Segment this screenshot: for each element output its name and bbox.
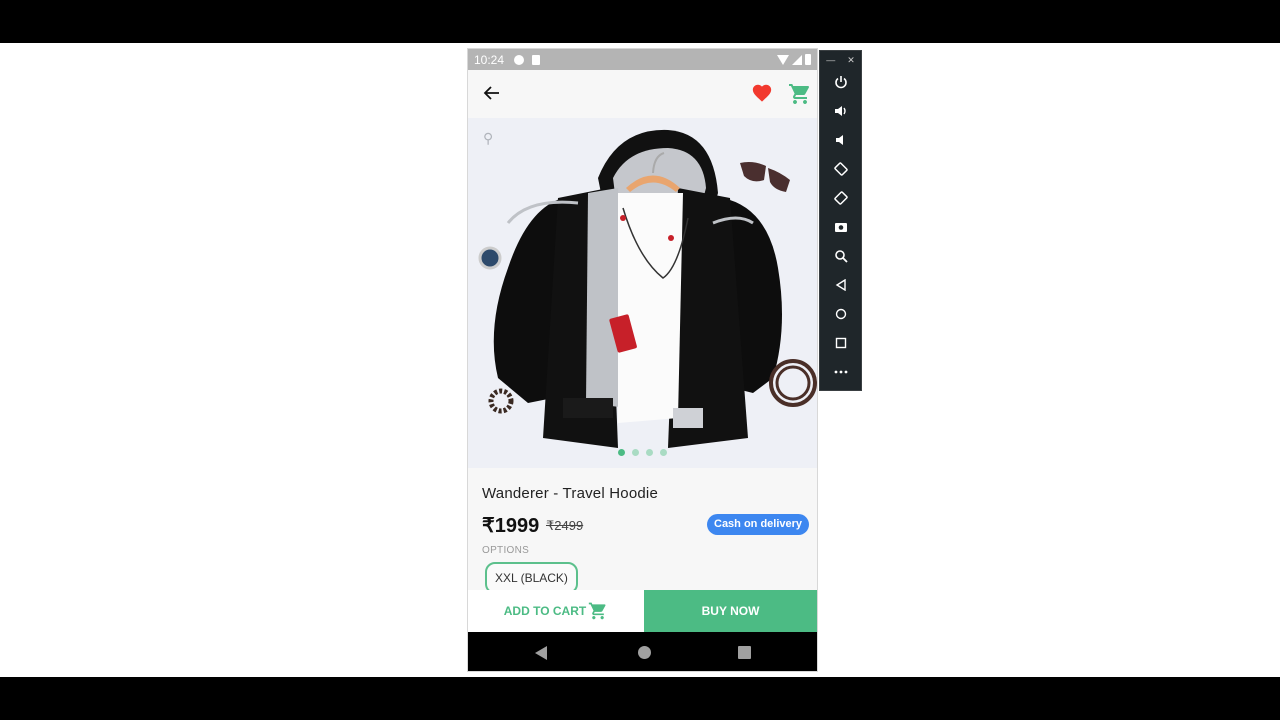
heart-icon xyxy=(752,84,772,102)
buy-now-button[interactable]: BUY NOW xyxy=(644,590,817,632)
cart-button[interactable] xyxy=(788,82,812,106)
options-label: OPTIONS xyxy=(482,545,530,556)
carousel-dot[interactable] xyxy=(646,449,653,456)
rotate-left-button[interactable] xyxy=(830,158,852,180)
add-to-cart-button[interactable]: ADD TO CART xyxy=(468,590,644,632)
overview-square-icon xyxy=(835,337,847,349)
emu-back-button[interactable] xyxy=(830,274,852,296)
android-nav-bar xyxy=(468,632,817,671)
nav-home-icon[interactable] xyxy=(638,646,651,659)
emulator-toolbar: — ✕ xyxy=(819,50,862,391)
notification-icon xyxy=(514,54,525,65)
rotate-right-icon xyxy=(834,191,848,205)
letterbox-bottom xyxy=(0,677,1280,720)
product-price: ₹1999 xyxy=(482,515,540,537)
screenshot-button[interactable] xyxy=(830,216,852,238)
product-image: ⚲ xyxy=(468,118,817,468)
volume-up-button[interactable] xyxy=(830,100,852,122)
rotate-left-icon xyxy=(834,162,848,176)
nav-back-icon[interactable] xyxy=(535,646,547,660)
back-button[interactable] xyxy=(482,83,502,103)
more-dots-icon xyxy=(834,370,848,374)
nav-recents-icon[interactable] xyxy=(738,646,751,659)
cart-icon xyxy=(589,602,606,620)
back-triangle-icon xyxy=(835,279,846,291)
volume-up-icon xyxy=(835,106,846,116)
svg-text:⚲: ⚲ xyxy=(483,130,493,146)
volume-down-button[interactable] xyxy=(830,129,852,151)
carousel-dot[interactable] xyxy=(660,449,667,456)
app-bar xyxy=(468,70,817,118)
emu-home-button[interactable] xyxy=(830,303,852,325)
zoom-button[interactable] xyxy=(830,245,852,267)
rotate-right-button[interactable] xyxy=(830,187,852,209)
carousel-dot[interactable] xyxy=(632,449,639,456)
buy-now-label: BUY NOW xyxy=(701,604,760,618)
volume-down-icon xyxy=(836,135,843,145)
product-title: Wanderer - Travel Hoodie xyxy=(482,485,658,502)
battery-icon xyxy=(805,54,811,65)
phone-screen: 10:24 ⚲ Wanderer - Travel Hoodie ₹1999 ₹… xyxy=(467,48,818,672)
wifi-icon xyxy=(777,54,789,65)
signal-icon xyxy=(792,54,802,65)
bottom-action-bar: ADD TO CART BUY NOW xyxy=(468,590,817,632)
more-button[interactable] xyxy=(830,361,852,383)
status-bar: 10:24 xyxy=(468,49,817,70)
cart-icon xyxy=(789,84,810,104)
zoom-icon xyxy=(835,250,848,263)
status-time: 10:24 xyxy=(474,52,505,67)
minimize-icon[interactable]: — xyxy=(826,55,835,65)
letterbox-top xyxy=(0,0,1280,43)
power-icon xyxy=(835,76,847,89)
cod-badge: Cash on delivery xyxy=(707,514,810,535)
product-details: Wanderer - Travel Hoodie ₹1999 ₹2499 Cas… xyxy=(468,468,817,594)
home-circle-icon xyxy=(835,308,847,320)
product-image-carousel[interactable]: ⚲ xyxy=(468,118,817,468)
camera-icon xyxy=(835,223,847,232)
close-icon[interactable]: ✕ xyxy=(847,55,855,66)
add-to-cart-label: ADD TO CART xyxy=(503,604,587,618)
carousel-dot[interactable] xyxy=(618,449,625,456)
sd-card-icon xyxy=(532,54,541,65)
product-mrp: ₹2499 xyxy=(546,518,584,533)
power-button[interactable] xyxy=(830,71,852,93)
arrow-left-icon xyxy=(483,86,499,100)
emu-overview-button[interactable] xyxy=(830,332,852,354)
carousel-indicator xyxy=(468,449,817,456)
wishlist-button[interactable] xyxy=(751,82,773,104)
